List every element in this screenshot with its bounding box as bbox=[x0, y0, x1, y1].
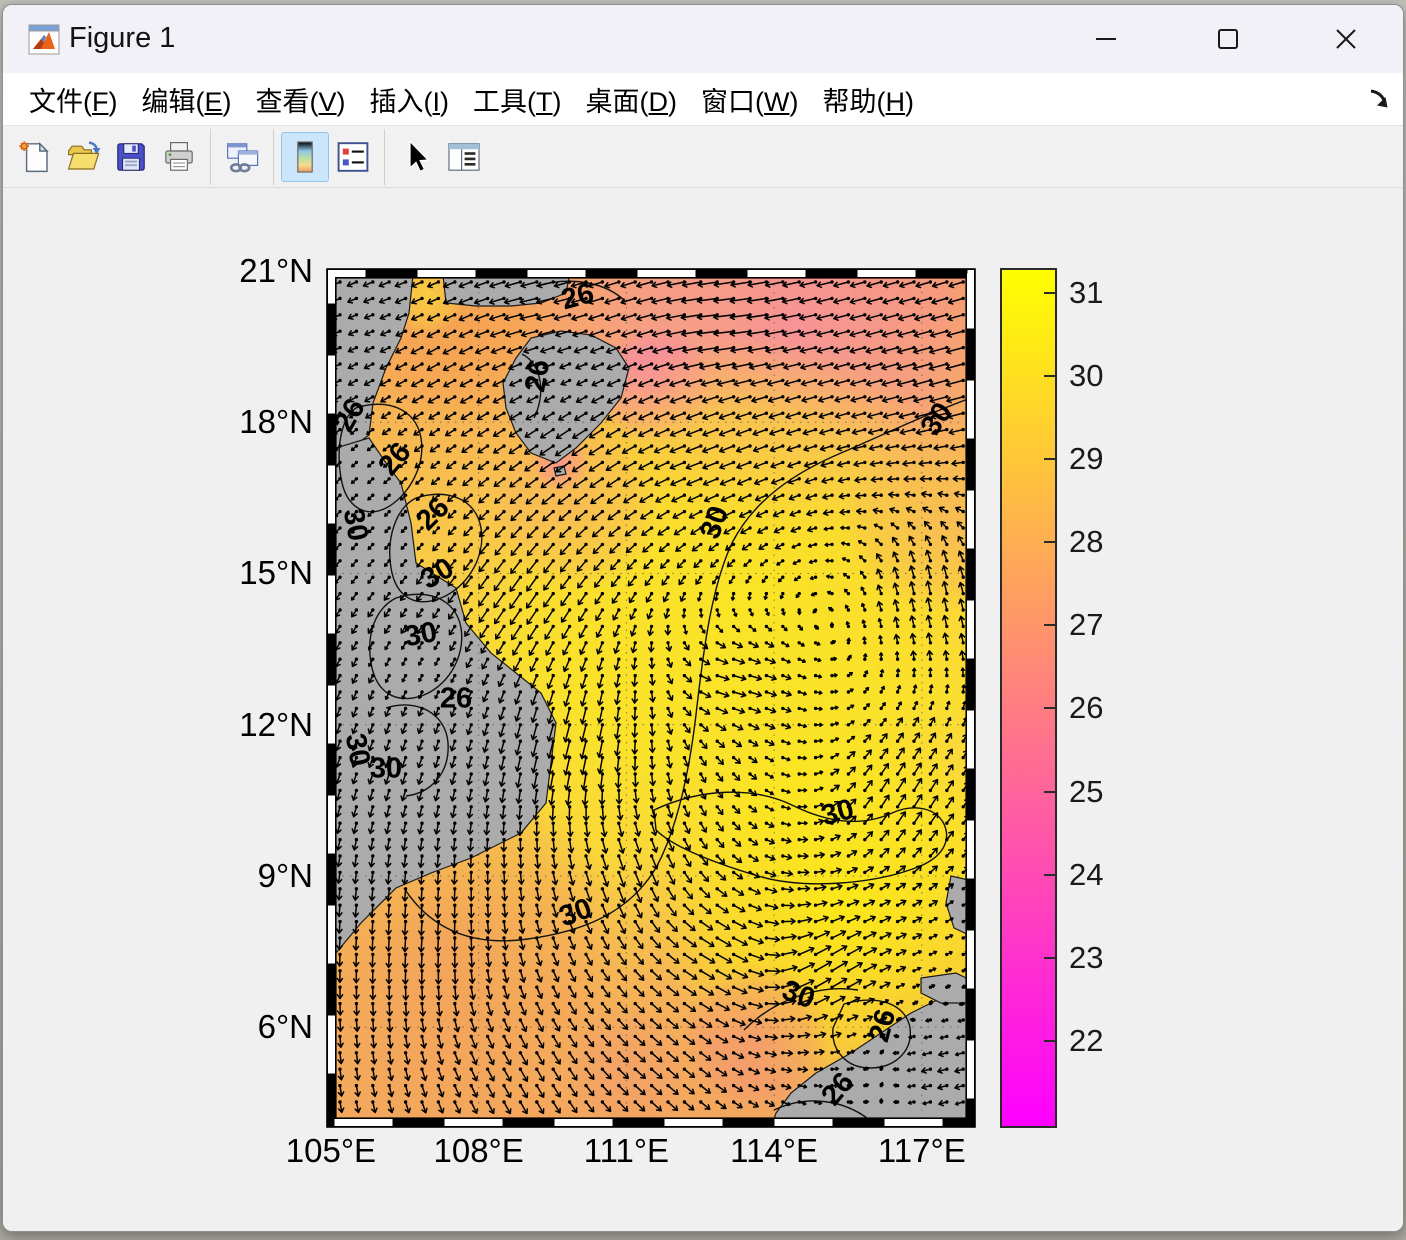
colorbar-tick bbox=[1044, 291, 1057, 294]
contour-label: 30 bbox=[337, 506, 374, 543]
colorbar bbox=[1000, 268, 1057, 1128]
plot-browser-button[interactable] bbox=[440, 132, 488, 182]
colorbar-tick bbox=[1044, 375, 1057, 378]
menu-item-w[interactable]: 窗口(W) bbox=[689, 76, 810, 123]
menu-item-d[interactable]: 桌面(D) bbox=[574, 76, 690, 123]
toolbar-separator bbox=[384, 128, 385, 185]
print-figure-button[interactable] bbox=[155, 132, 203, 182]
dock-figure-icon[interactable] bbox=[1365, 85, 1393, 113]
y-tick-label: 21°N bbox=[239, 252, 313, 290]
save-figure-button[interactable] bbox=[107, 132, 155, 182]
colorbar-tick bbox=[1044, 458, 1057, 461]
insert-colorbar-button[interactable] bbox=[281, 131, 329, 182]
maximize-button[interactable] bbox=[1197, 13, 1259, 65]
contour-label: 30 bbox=[402, 616, 439, 653]
colorbar-tick-label: 23 bbox=[1069, 939, 1104, 975]
colorbar-tick bbox=[1044, 624, 1057, 627]
menu-item-t[interactable]: 工具(T) bbox=[461, 76, 574, 123]
colorbar-tick-label: 22 bbox=[1069, 1022, 1104, 1058]
x-tick-label: 105°E bbox=[285, 1132, 377, 1169]
colorbar-tick-label: 28 bbox=[1069, 524, 1104, 560]
x-tick-label: 114°E bbox=[730, 1132, 818, 1169]
figure-canvas: 26 26 26 26 30 26 30 30 26 30 30 30 30 30 30 30 26 26 105… bbox=[3, 188, 1403, 1231]
menu-bar: 文件(F) 编辑(E) 查看(V) 插入(I) 工具(T) 桌面(D) 窗口(W) 帮助(H) bbox=[3, 73, 1403, 126]
new-figure-button[interactable] bbox=[11, 132, 59, 182]
colorbar-tick bbox=[1044, 707, 1057, 710]
menu-item-h[interactable]: 帮助(H) bbox=[811, 76, 927, 123]
colorbar-tick bbox=[1044, 790, 1057, 793]
colorbar-gradient bbox=[1000, 268, 1057, 1128]
link-plot-button[interactable] bbox=[218, 132, 266, 182]
colorbar-tick-label: 31 bbox=[1069, 274, 1104, 310]
y-tick-label: 6°N bbox=[257, 1008, 313, 1046]
toolbar-separator bbox=[210, 128, 211, 185]
toolbar bbox=[3, 126, 1403, 188]
menu-item-v[interactable]: 查看(V) bbox=[244, 76, 358, 123]
colorbar-tick bbox=[1044, 541, 1057, 544]
colorbar-tick-label: 25 bbox=[1069, 773, 1104, 809]
titlebar[interactable]: Figure 1 bbox=[3, 5, 1403, 73]
x-tick-label: 117°E bbox=[877, 1132, 966, 1169]
contour-label: 26 bbox=[440, 683, 472, 715]
close-button[interactable] bbox=[1315, 13, 1377, 65]
desktop-background: Figure 1 文件(F) 编辑(E) 查看(V) 插入(I) 工具(T) 桌面(D) 窗… bbox=[0, 0, 1406, 1240]
y-tick-label: 9°N bbox=[257, 856, 313, 894]
menu-item-f[interactable]: 文件(F) bbox=[17, 76, 130, 123]
colorbar-tick-label: 24 bbox=[1069, 856, 1104, 892]
colorbar-tick bbox=[1044, 1039, 1057, 1042]
contour-label: 30 bbox=[370, 753, 402, 785]
figure-window: Figure 1 文件(F) 编辑(E) 查看(V) 插入(I) 工具(T) 桌面(D) 窗… bbox=[2, 4, 1404, 1232]
contour-label: 26 bbox=[519, 357, 556, 394]
toolbar-separator bbox=[273, 128, 274, 185]
x-tick-label: 108°E bbox=[433, 1132, 524, 1169]
window-title: Figure 1 bbox=[69, 22, 176, 54]
colorbar-tick bbox=[1044, 873, 1057, 876]
colorbar-tick-label: 29 bbox=[1069, 441, 1104, 477]
edit-plot-button[interactable] bbox=[392, 132, 440, 182]
menu-item-e[interactable]: 编辑(E) bbox=[130, 76, 244, 123]
y-tick-label: 12°N bbox=[239, 705, 313, 743]
menu-item-i[interactable]: 插入(I) bbox=[358, 76, 462, 123]
colorbar-tick bbox=[1044, 956, 1057, 959]
colorbar-tick-label: 30 bbox=[1069, 358, 1104, 394]
insert-legend-button[interactable] bbox=[329, 132, 377, 182]
matlab-figure-icon bbox=[28, 22, 60, 56]
map-axes: 2626262630 26303026303030303030302626 bbox=[326, 268, 976, 1128]
x-tick-label: 111°E bbox=[583, 1132, 670, 1169]
open-file-button[interactable] bbox=[59, 132, 107, 182]
y-tick-label: 18°N bbox=[239, 403, 313, 441]
colorbar-tick-label: 27 bbox=[1069, 607, 1104, 643]
y-tick-label: 15°N bbox=[239, 554, 313, 592]
colorbar-tick-label: 26 bbox=[1069, 690, 1104, 726]
minimize-button[interactable] bbox=[1075, 13, 1137, 65]
